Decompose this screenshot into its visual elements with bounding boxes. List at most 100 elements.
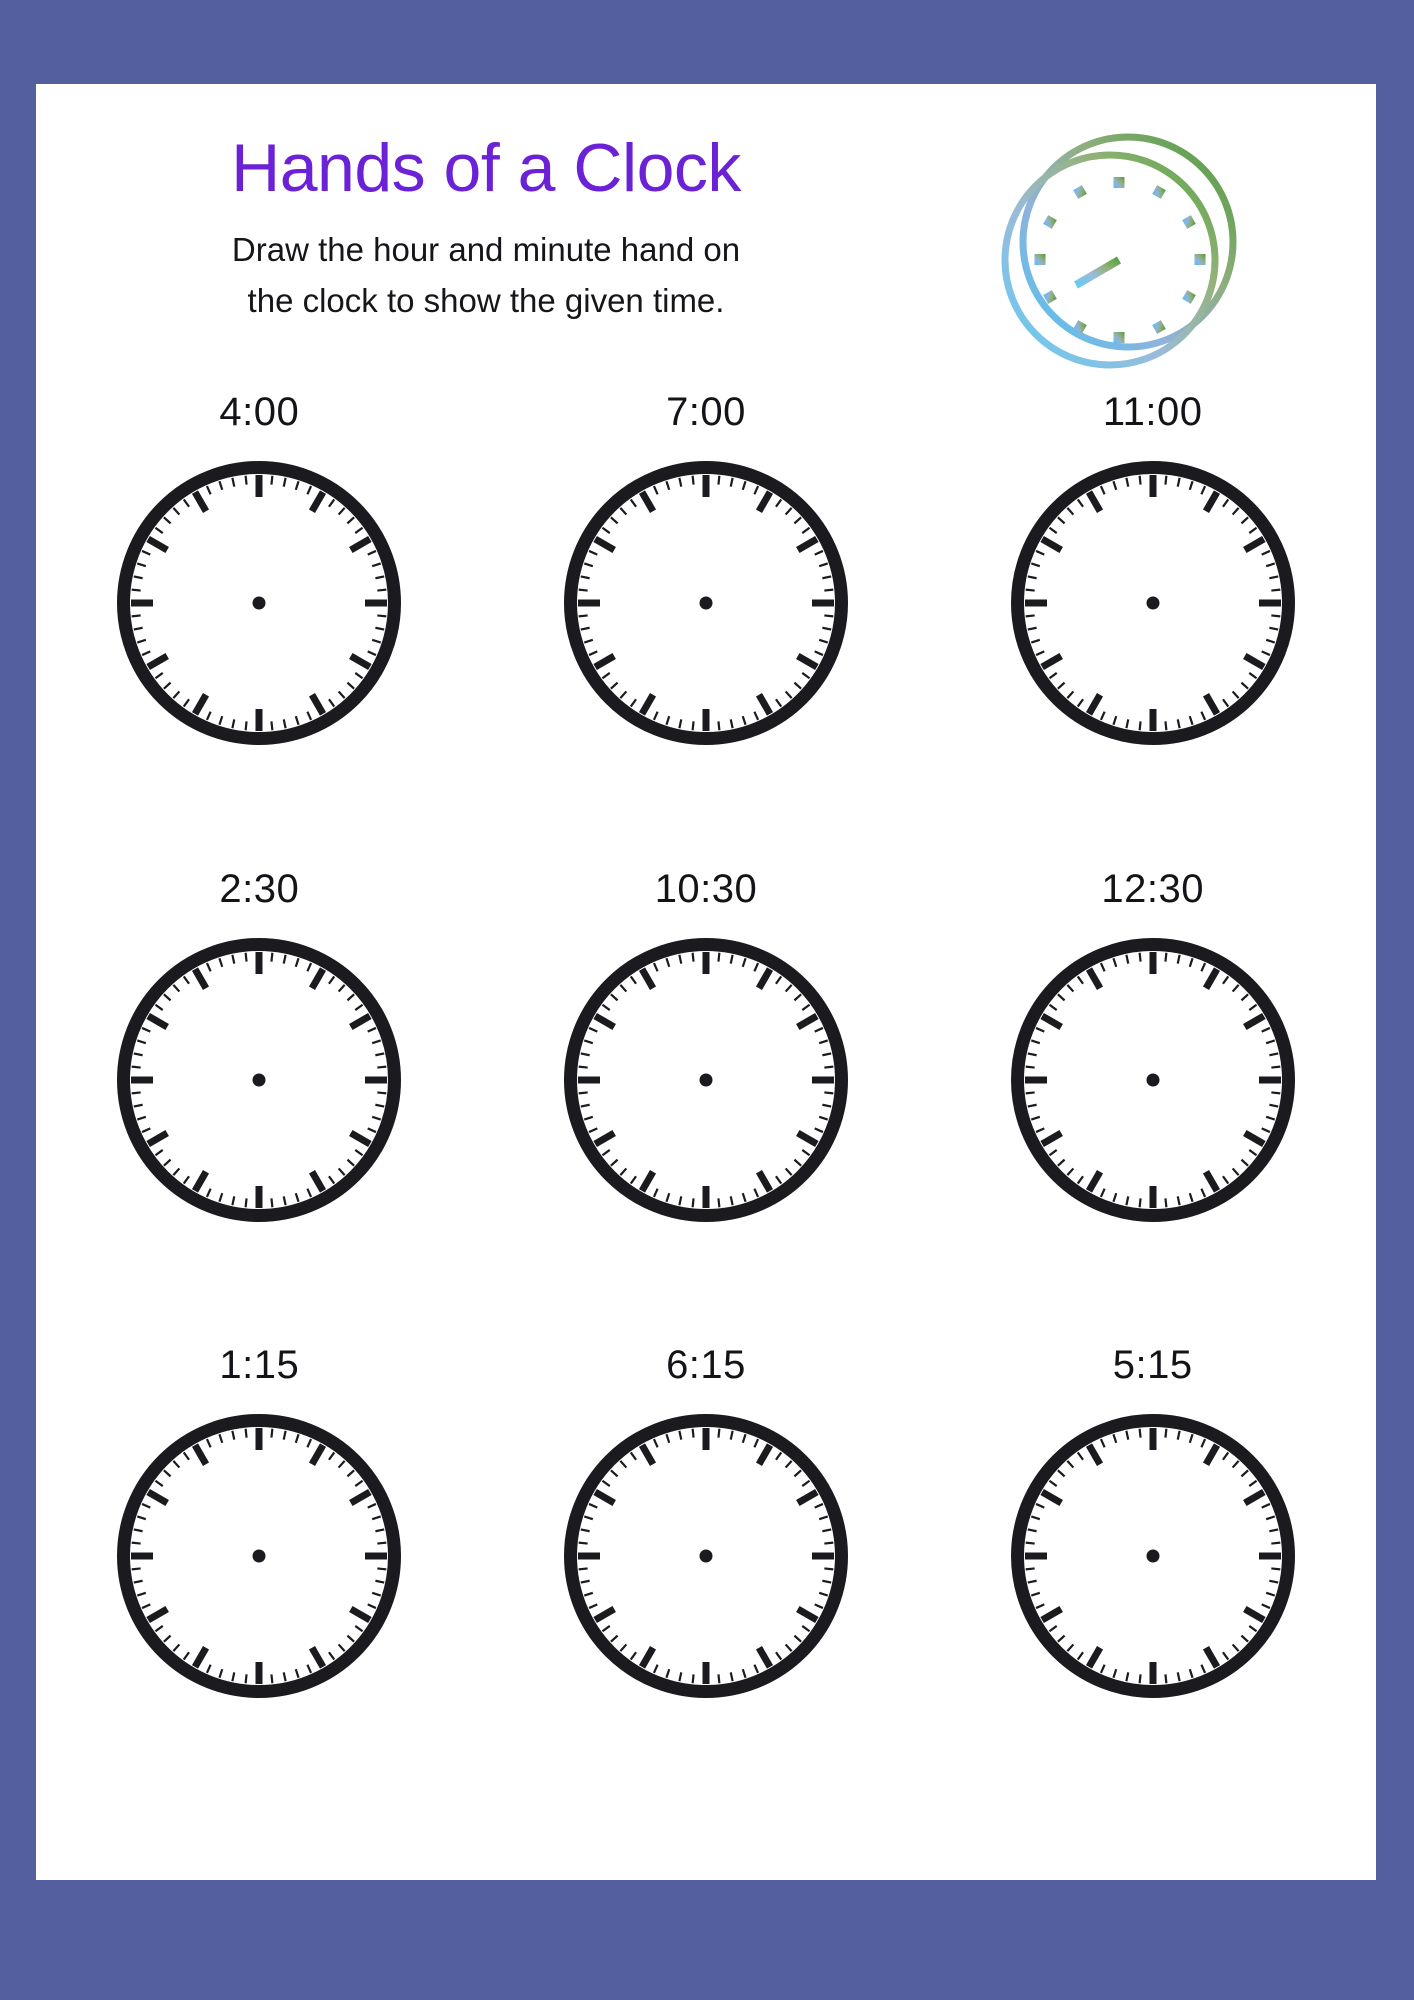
clock-minute-tick [377,588,387,592]
clock-minute-tick [131,1541,142,1545]
clock-minute-tick [717,475,721,485]
clock-minute-tick [1164,1197,1168,1208]
clock-minute-tick [824,1541,834,1545]
clock-minute-tick [824,614,834,618]
clock-minute-tick [717,721,721,731]
clock-center-dot [1146,596,1160,610]
clock-minute-tick [1164,721,1168,731]
clock-time-label: 7:00 [666,390,746,434]
clock-minute-tick [691,1428,695,1439]
clock-minute-tick [377,1065,387,1069]
clock-exercise-2: 7:00 [483,384,930,861]
clock-face[interactable] [561,1411,851,1701]
page-title: Hands of a Clock [231,130,741,206]
clock-minute-tick [131,588,142,592]
clock-minute-tick [131,1567,142,1571]
clock-face-svg [1010,937,1295,1222]
clock-minute-tick [1270,588,1281,592]
clock-face[interactable] [561,935,851,1225]
clock-center-dot [699,596,713,610]
clock-minute-tick [1138,1674,1142,1684]
clock-minute-tick [578,588,588,592]
clock-center-dot [1146,1073,1160,1087]
clock-face[interactable] [114,458,404,748]
clock-minute-tick [1164,1428,1168,1439]
clock-face-svg [563,1414,848,1699]
clock-center-dot [1146,1549,1160,1563]
clock-minute-tick [1164,475,1168,485]
clock-minute-tick [1270,1091,1281,1095]
clock-minute-tick [377,1091,387,1095]
clock-minute-tick [377,1541,387,1545]
clock-time-label: 11:00 [1102,390,1203,434]
clock-minute-tick [1025,588,1035,592]
clock-face-svg [563,937,848,1222]
clock-minute-tick [1270,1541,1281,1545]
clock-minute-tick [578,1065,588,1069]
clock-time-label: 6:15 [666,1343,746,1388]
clock-minute-tick [270,952,274,962]
clock-exercise-4: 2:30 [36,861,483,1338]
clock-time-label: 4:00 [219,390,300,434]
clock-face[interactable] [114,1411,404,1701]
instructions: Draw the hour and minute hand on the clo… [96,225,876,325]
clock-minute-tick [1138,475,1142,485]
clock-exercise-3: 11:00 [929,384,1376,861]
clock-exercise-7: 1:15 [36,1337,483,1814]
clock-minute-tick [1270,1567,1281,1571]
clock-minute-tick [131,1091,142,1095]
worksheet-header: Hands of a Clock Draw the hour and minut… [36,84,1376,384]
clock-minute-tick [1164,952,1168,962]
decorative-clock-logo-icon [988,124,1248,384]
clock-face[interactable] [1008,458,1298,748]
clock-minute-tick [717,1674,721,1684]
clock-minute-tick [824,1065,834,1069]
clock-face-svg [1010,461,1295,745]
clock-face-svg [117,1414,402,1699]
clock-center-dot [699,1073,713,1087]
clock-time-label: 12:30 [1101,866,1204,911]
clock-time-label: 10:30 [654,866,758,911]
clock-minute-tick [1138,1197,1142,1208]
clock-face[interactable] [114,935,404,1225]
clock-exercise-8: 6:15 [483,1337,930,1814]
clock-grid: 4:00 7:00 11:00 2:30 10:30 12:30 1:15 6:15 5:15 [36,384,1376,1814]
instructions-line-1: Draw the hour and minute hand on [231,231,741,269]
clock-center-dot [252,1073,266,1087]
clock-exercise-9: 5:15 [929,1337,1376,1814]
clock-minute-tick [717,952,721,962]
clock-time-label: 1:15 [219,1343,300,1388]
clock-minute-tick [244,1674,248,1684]
clock-minute-tick [578,1091,588,1095]
clock-minute-tick [717,1428,721,1439]
clock-minute-tick [377,1567,387,1571]
clock-center-dot [252,596,266,610]
clock-minute-tick [824,588,834,592]
clock-minute-tick [244,1428,248,1439]
clock-center-dot [252,1549,266,1563]
worksheet-border: Hands of a Clock Draw the hour and minut… [0,0,1414,2000]
clock-exercise-1: 4:00 [36,384,483,861]
clock-minute-tick [270,721,274,731]
clock-minute-tick [244,721,248,731]
clock-minute-tick [691,952,695,962]
clock-face[interactable] [561,458,851,748]
clock-minute-tick [578,614,588,618]
clock-minute-tick [824,1567,834,1571]
clock-minute-tick [270,475,274,485]
clock-minute-tick [244,952,248,962]
clock-minute-tick [131,1065,142,1069]
clock-minute-tick [1025,1065,1035,1069]
clock-minute-tick [578,1541,588,1545]
clock-minute-tick [1270,1065,1281,1069]
clock-face-svg [117,461,402,745]
clock-face[interactable] [1008,935,1298,1225]
clock-minute-tick [1138,1428,1142,1439]
clock-face[interactable] [1008,1411,1298,1701]
clock-minute-tick [691,1197,695,1208]
clock-minute-tick [578,1567,588,1571]
clock-minute-tick [1025,1567,1035,1571]
clock-time-label: 2:30 [219,866,300,911]
clock-minute-tick [1025,1091,1035,1095]
clock-minute-tick [824,1091,834,1095]
